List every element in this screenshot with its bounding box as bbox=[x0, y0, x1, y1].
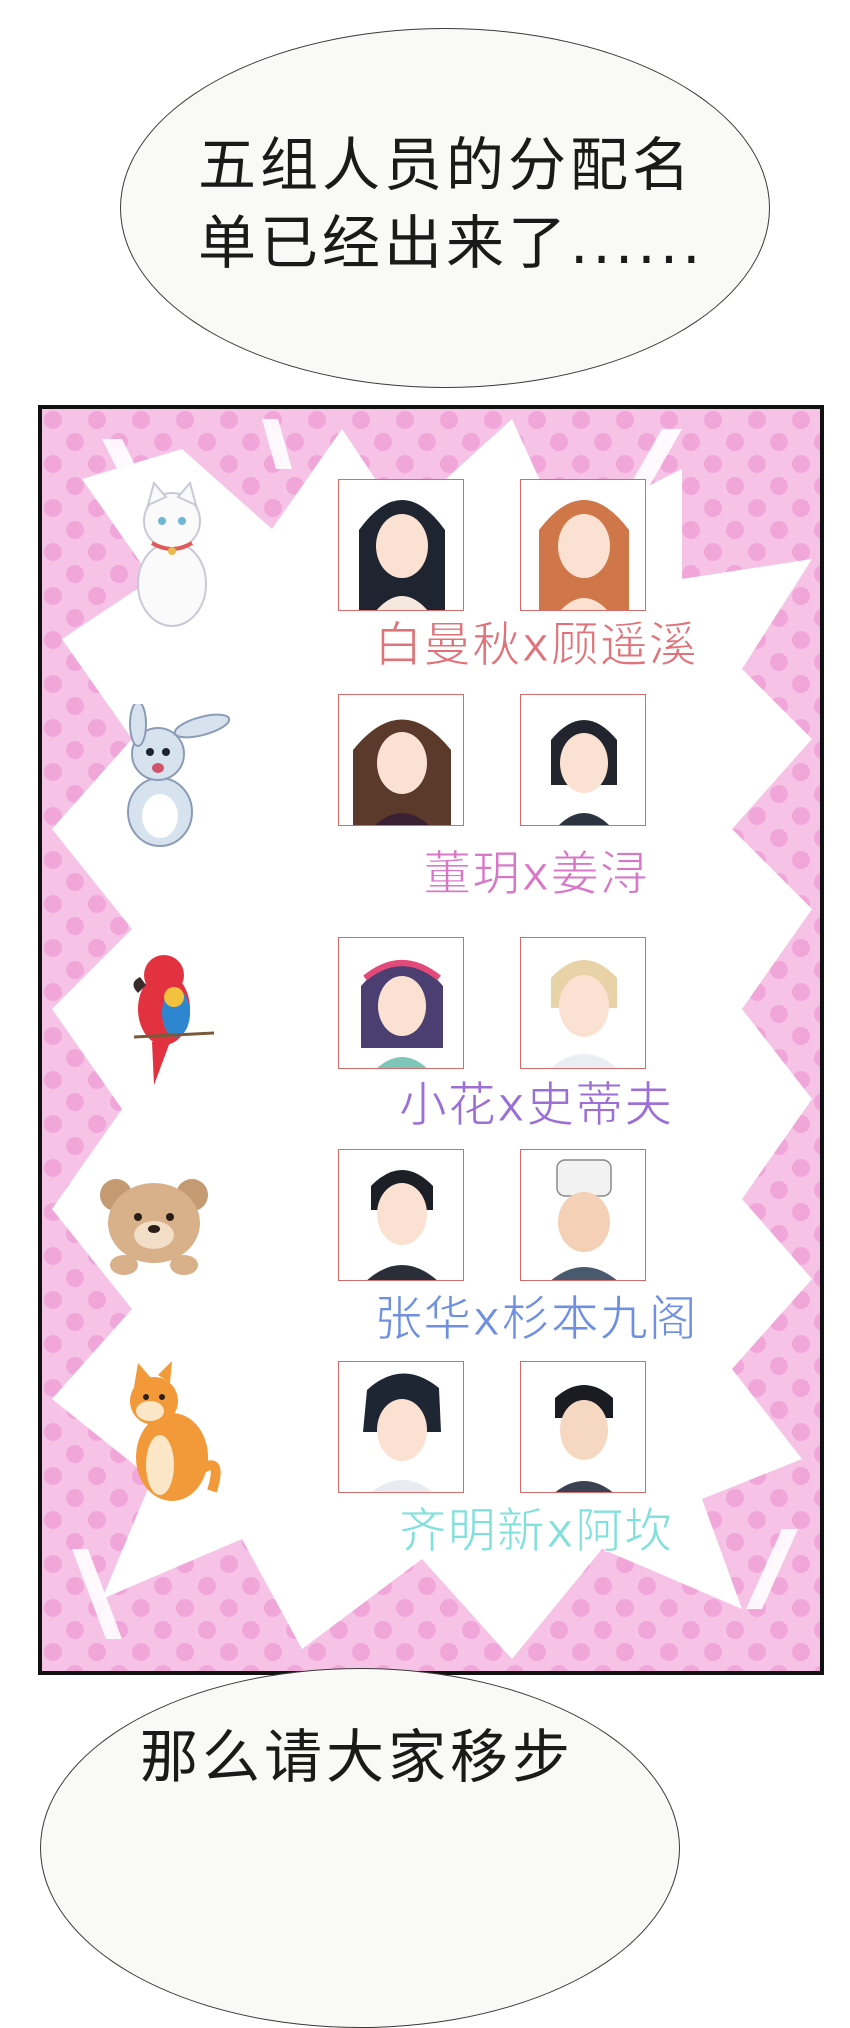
speech-line-1: 五组人员的分配名 bbox=[198, 131, 695, 199]
bear-icon bbox=[100, 1179, 208, 1275]
portrait-right bbox=[520, 694, 646, 826]
portrait-right bbox=[520, 1361, 646, 1493]
group-assignment-panel: 白曼秋x顾遥溪 董玥x姜浔 小花x史蒂夫 张华x杉本九阁 齐明新x阿坎 bbox=[38, 405, 824, 1675]
shiba-dog-icon bbox=[130, 1361, 221, 1501]
pair-label: 齐明新x阿坎 bbox=[398, 1503, 674, 1560]
group-row-4: 张华x杉本九阁 bbox=[42, 1149, 820, 1379]
pair-label: 张华x杉本九阁 bbox=[374, 1291, 698, 1348]
speech-line-1: 那么请大家移步 bbox=[140, 1723, 575, 1791]
pair-label: 董玥x姜浔 bbox=[423, 846, 649, 903]
rabbit-icon bbox=[127, 704, 231, 847]
speech-text-bottom: 那么请大家移步 bbox=[140, 1718, 574, 1796]
portrait-left bbox=[338, 479, 464, 611]
portrait-left bbox=[338, 937, 464, 1069]
speech-text-top: 五组人员的分配名 单已经出来了...... bbox=[198, 126, 705, 282]
portrait-left bbox=[338, 694, 464, 826]
group-row-3: 小花x史蒂夫 bbox=[42, 937, 820, 1167]
parrot-icon bbox=[133, 955, 215, 1085]
pair-label: 小花x史蒂夫 bbox=[398, 1077, 674, 1134]
portrait-right bbox=[520, 1149, 646, 1281]
portrait-right bbox=[520, 479, 646, 611]
speech-line-2: 单已经出来了...... bbox=[198, 209, 705, 277]
group-row-1: 白曼秋x顾遥溪 bbox=[42, 479, 820, 709]
group-row-2: 董玥x姜浔 bbox=[42, 694, 820, 924]
group-row-5: 齐明新x阿坎 bbox=[42, 1361, 820, 1591]
cat-icon bbox=[137, 480, 207, 627]
portrait-right bbox=[520, 937, 646, 1069]
portrait-left bbox=[338, 1361, 464, 1493]
pair-label: 白曼秋x顾遥溪 bbox=[374, 617, 698, 674]
portrait-left bbox=[338, 1149, 464, 1281]
